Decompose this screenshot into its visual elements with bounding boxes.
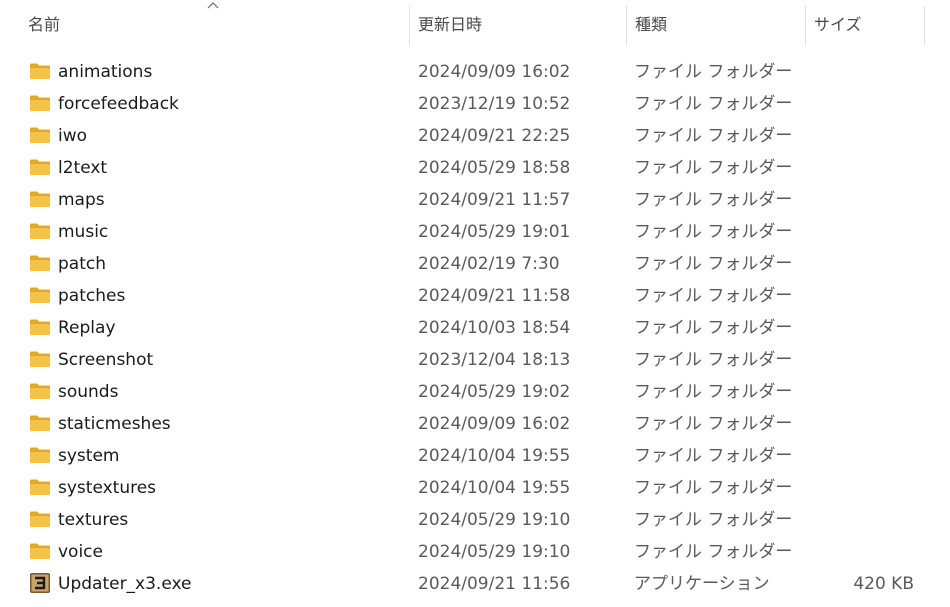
- file-type: ファイル フォルダー: [634, 94, 793, 114]
- column-header-name[interactable]: 名前: [0, 0, 409, 46]
- file-list: animations 2024/09/09 16:02 ファイル フォルダー forc…: [0, 56, 950, 600]
- file-type: ファイル フォルダー: [634, 542, 793, 562]
- file-name: sounds: [58, 382, 119, 402]
- folder-icon: [29, 510, 51, 528]
- file-date: 2024/05/29 19:02: [418, 382, 571, 402]
- file-type: ファイル フォルダー: [634, 62, 793, 82]
- file-type: ファイル フォルダー: [634, 414, 793, 434]
- file-type: ファイル フォルダー: [634, 190, 793, 210]
- file-date: 2024/10/04 19:55: [418, 478, 571, 498]
- file-row[interactable]: voice 2024/05/29 19:10 ファイル フォルダー: [0, 536, 924, 568]
- file-name: system: [58, 446, 120, 466]
- file-size: 420 KB: [853, 574, 914, 594]
- file-type: ファイル フォルダー: [634, 158, 793, 178]
- file-date: 2024/09/21 22:25: [418, 126, 571, 146]
- file-name: l2text: [58, 158, 108, 178]
- file-date: 2023/12/04 18:13: [418, 350, 571, 370]
- folder-icon: [29, 62, 51, 80]
- file-type: ファイル フォルダー: [634, 350, 793, 370]
- file-name: Updater_x3.exe: [58, 574, 192, 594]
- column-header-date[interactable]: 更新日時: [409, 0, 626, 46]
- file-name: iwo: [58, 126, 88, 146]
- folder-icon: [29, 190, 51, 208]
- file-row[interactable]: Updater_x3.exe 2024/09/21 11:56 アプリケーション 42…: [0, 568, 924, 600]
- file-name: maps: [58, 190, 105, 210]
- folder-icon: [29, 446, 51, 464]
- file-row[interactable]: Replay 2024/10/03 18:54 ファイル フォルダー: [0, 312, 924, 344]
- column-header-type-label: 種類: [635, 15, 668, 34]
- folder-icon: [29, 414, 51, 432]
- file-row[interactable]: forcefeedback 2023/12/19 10:52 ファイル フォルダー: [0, 88, 924, 120]
- file-date: 2024/02/19 7:30: [418, 254, 560, 274]
- column-header-size-label: サイズ: [814, 15, 862, 34]
- folder-icon: [29, 542, 51, 560]
- file-name: music: [58, 222, 109, 242]
- file-name: voice: [58, 542, 103, 562]
- file-name: animations: [58, 62, 153, 82]
- file-date: 2024/09/21 11:57: [418, 190, 571, 210]
- folder-icon: [29, 158, 51, 176]
- folder-icon: [29, 350, 51, 368]
- file-name: staticmeshes: [58, 414, 171, 434]
- file-date: 2024/05/29 19:01: [418, 222, 571, 242]
- file-row[interactable]: music 2024/05/29 19:01 ファイル フォルダー: [0, 216, 924, 248]
- file-date: 2024/10/04 19:55: [418, 446, 571, 466]
- file-type: ファイル フォルダー: [634, 478, 793, 498]
- file-date: 2024/10/03 18:54: [418, 318, 571, 338]
- file-row[interactable]: textures 2024/05/29 19:10 ファイル フォルダー: [0, 504, 924, 536]
- folder-icon: [29, 222, 51, 240]
- app-icon: [29, 572, 51, 593]
- file-type: ファイル フォルダー: [634, 254, 793, 274]
- column-header-bar: 名前 更新日時 種類 サイズ: [0, 0, 925, 46]
- file-type: ファイル フォルダー: [634, 446, 793, 466]
- file-date: 2024/09/21 11:58: [418, 286, 571, 306]
- file-date: 2024/09/21 11:56: [418, 574, 571, 594]
- file-date: 2024/05/29 19:10: [418, 510, 571, 530]
- file-type: ファイル フォルダー: [634, 382, 793, 402]
- file-name: systextures: [58, 478, 157, 498]
- file-type: アプリケーション: [634, 574, 770, 594]
- file-name: textures: [58, 510, 129, 530]
- folder-icon: [29, 286, 51, 304]
- file-name: patches: [58, 286, 126, 306]
- file-row[interactable]: iwo 2024/09/21 22:25 ファイル フォルダー: [0, 120, 924, 152]
- file-type: ファイル フォルダー: [634, 318, 793, 338]
- file-row[interactable]: Screenshot 2023/12/04 18:13 ファイル フォルダー: [0, 344, 924, 376]
- column-header-size[interactable]: サイズ: [805, 0, 924, 46]
- file-date: 2024/05/29 19:10: [418, 542, 571, 562]
- folder-icon: [29, 382, 51, 400]
- file-type: ファイル フォルダー: [634, 126, 793, 146]
- file-date: 2024/05/29 18:58: [418, 158, 571, 178]
- file-row[interactable]: animations 2024/09/09 16:02 ファイル フォルダー: [0, 56, 924, 88]
- folder-icon: [29, 126, 51, 144]
- column-header-date-label: 更新日時: [418, 15, 483, 34]
- folder-icon: [29, 478, 51, 496]
- file-row[interactable]: maps 2024/09/21 11:57 ファイル フォルダー: [0, 184, 924, 216]
- file-name: Replay: [58, 318, 116, 338]
- column-header-name-label: 名前: [28, 15, 61, 34]
- file-row[interactable]: l2text 2024/05/29 18:58 ファイル フォルダー: [0, 152, 924, 184]
- file-name: forcefeedback: [58, 94, 179, 114]
- file-row[interactable]: patch 2024/02/19 7:30 ファイル フォルダー: [0, 248, 924, 280]
- folder-icon: [29, 254, 51, 272]
- folder-icon: [29, 318, 51, 336]
- file-name: patch: [58, 254, 106, 274]
- file-type: ファイル フォルダー: [634, 286, 793, 306]
- column-divider[interactable]: [924, 6, 925, 46]
- file-row[interactable]: system 2024/10/04 19:55 ファイル フォルダー: [0, 440, 924, 472]
- column-header-type[interactable]: 種類: [626, 0, 805, 46]
- file-date: 2023/12/19 10:52: [418, 94, 571, 114]
- file-row[interactable]: systextures 2024/10/04 19:55 ファイル フォルダー: [0, 472, 924, 504]
- file-type: ファイル フォルダー: [634, 510, 793, 530]
- file-explorer: 名前 更新日時 種類 サイズ animations 2024/09/09 16:0…: [0, 0, 950, 607]
- file-date: 2024/09/09 16:02: [418, 62, 571, 82]
- file-row[interactable]: sounds 2024/05/29 19:02 ファイル フォルダー: [0, 376, 924, 408]
- file-row[interactable]: staticmeshes 2024/09/09 16:02 ファイル フォルダー: [0, 408, 924, 440]
- file-row[interactable]: patches 2024/09/21 11:58 ファイル フォルダー: [0, 280, 924, 312]
- file-name: Screenshot: [58, 350, 154, 370]
- file-type: ファイル フォルダー: [634, 222, 793, 242]
- file-date: 2024/09/09 16:02: [418, 414, 571, 434]
- folder-icon: [29, 94, 51, 112]
